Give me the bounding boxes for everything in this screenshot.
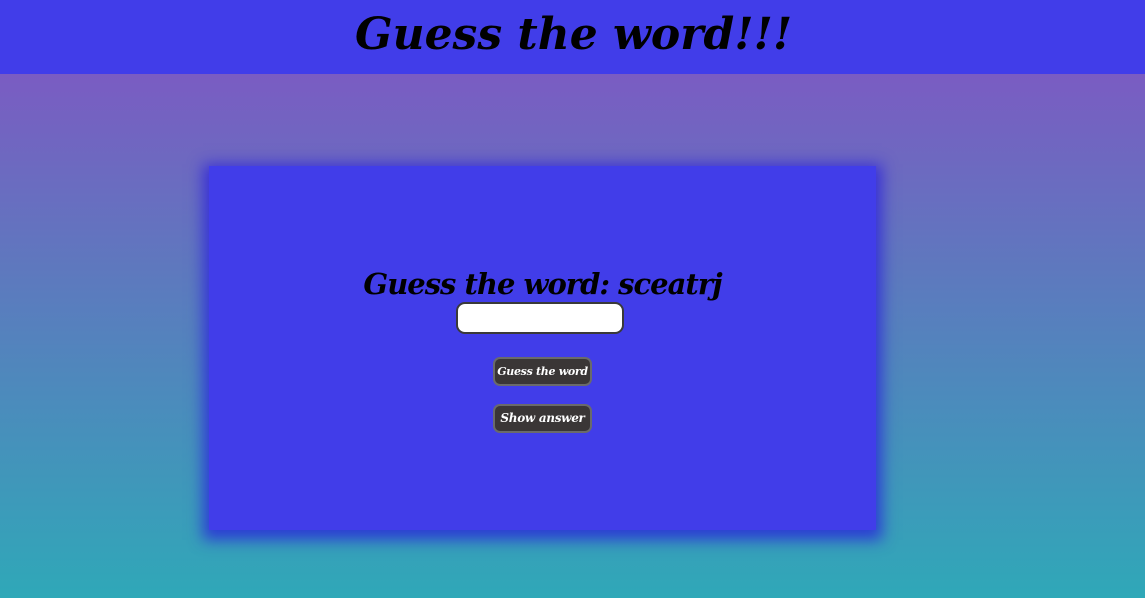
guess-input[interactable]	[456, 302, 624, 334]
header-bar: Guess the word!!!	[0, 0, 1145, 74]
scrambled-word-prompt: Guess the word: sceatrj	[363, 267, 722, 301]
page-title: Guess the word!!!	[355, 9, 793, 60]
game-card: Guess the word: sceatrj Guess the word S…	[209, 166, 876, 530]
show-answer-button[interactable]: Show answer	[493, 404, 592, 433]
guess-word-button[interactable]: Guess the word	[493, 357, 592, 386]
